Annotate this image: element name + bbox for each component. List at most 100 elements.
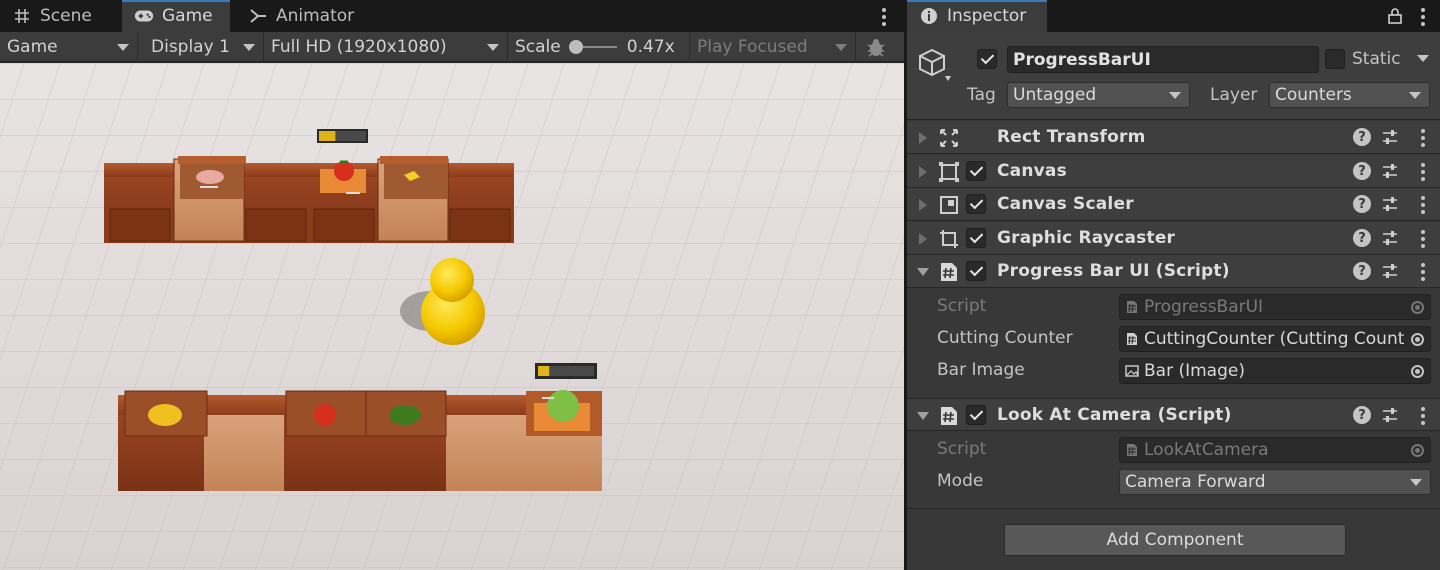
component-menu-icon[interactable] [1420, 196, 1426, 214]
component-menu-icon[interactable] [1420, 407, 1426, 425]
object-picker-icon[interactable] [1404, 359, 1430, 383]
tab-inspector[interactable]: Inspector [907, 0, 1047, 32]
script-field-value: ProgressBarUI [1144, 297, 1264, 317]
mode-value: Camera Forward [1125, 472, 1266, 492]
presets-icon[interactable] [1381, 195, 1399, 218]
component-title: Canvas Scaler [997, 194, 1134, 214]
component-enabled-checkbox[interactable] [966, 261, 986, 281]
component-menu-icon[interactable] [1420, 230, 1426, 248]
rect-transform-icon [938, 127, 960, 149]
bottom-counter-row [118, 390, 602, 491]
component-progress-bar-ui[interactable]: Progress Bar UI (Script) ? [907, 255, 1440, 288]
presets-icon[interactable] [1381, 229, 1399, 252]
component-look-at-camera[interactable]: Look At Camera (Script) ? [907, 398, 1440, 431]
scale-label: Scale [515, 37, 561, 57]
presets-icon[interactable] [1381, 262, 1399, 285]
game-panel-menu-icon[interactable] [881, 8, 887, 26]
foldout-arrow-icon[interactable] [919, 233, 927, 245]
view-mode-value: Game [7, 37, 58, 57]
presets-icon[interactable] [1381, 128, 1399, 151]
bug-icon[interactable] [858, 32, 894, 62]
gameobject-cube-icon[interactable] [917, 46, 951, 91]
component-menu-icon[interactable] [1420, 129, 1426, 147]
play-mode-value: Play Focused [697, 37, 808, 57]
script-icon [1125, 331, 1139, 347]
resolution-value: Full HD (1920x1080) [271, 37, 447, 57]
add-component-label: Add Component [1106, 530, 1244, 550]
chevron-down-icon [243, 44, 255, 51]
component-title: Progress Bar UI (Script) [997, 261, 1230, 281]
object-picker-icon[interactable] [1404, 327, 1430, 351]
game-view-panel: Scene Game Animator Game Display 1 Full … [0, 0, 904, 570]
tag-value: Untagged [1013, 85, 1097, 105]
divider [907, 508, 1440, 509]
tab-inspector-label: Inspector [947, 6, 1027, 26]
tab-game-label: Game [162, 6, 213, 26]
foldout-arrow-icon[interactable] [917, 268, 929, 276]
static-dropdown-chevron-icon[interactable] [1417, 55, 1429, 62]
gamepad-icon [134, 6, 154, 26]
component-canvas-scaler[interactable]: Canvas Scaler ? [907, 188, 1440, 221]
foldout-arrow-icon[interactable] [919, 166, 927, 178]
tab-animator-label: Animator [276, 6, 355, 26]
chevron-down-icon [487, 44, 499, 51]
cutting-counter-field[interactable]: CuttingCounter (Cutting Counter) [1119, 326, 1431, 352]
scale-slider-thumb[interactable] [568, 40, 583, 54]
mode-dropdown[interactable]: Camera Forward [1119, 469, 1431, 495]
component-graphic-raycaster[interactable]: Graphic Raycaster ? [907, 222, 1440, 255]
gameobject-name-field[interactable]: ProgressBarUI [1007, 46, 1319, 73]
help-icon[interactable]: ? [1353, 195, 1371, 213]
add-component-button[interactable]: Add Component [1004, 524, 1346, 556]
tab-scene[interactable]: Scene [0, 0, 120, 32]
info-icon [919, 6, 939, 26]
resolution-dropdown[interactable]: Full HD (1920x1080) [264, 32, 508, 62]
tab-animator[interactable]: Animator [236, 0, 366, 32]
component-title: Graphic Raycaster [997, 228, 1176, 248]
help-icon[interactable]: ? [1353, 229, 1371, 247]
foldout-arrow-icon[interactable] [919, 199, 927, 211]
foldout-arrow-icon[interactable] [917, 412, 929, 420]
help-icon[interactable]: ? [1353, 128, 1371, 146]
property-label-bar-image: Bar Image [937, 360, 1025, 380]
cutting-counter-value: CuttingCounter (Cutting Counter) [1144, 329, 1412, 349]
bar-image-field[interactable]: Bar (Image) [1119, 358, 1431, 384]
help-icon[interactable]: ? [1353, 406, 1371, 424]
inspector-menu-icon[interactable] [1420, 8, 1426, 26]
layer-dropdown[interactable]: Counters [1269, 82, 1430, 108]
tab-game[interactable]: Game [122, 0, 230, 32]
scale-value: 0.47x [626, 37, 675, 57]
canvas-scaler-icon [938, 194, 960, 216]
component-rect-transform[interactable]: Rect Transform ? [907, 121, 1440, 154]
layer-value: Counters [1275, 85, 1352, 105]
game-viewport[interactable] [0, 63, 904, 570]
object-picker-icon [1404, 295, 1430, 319]
help-icon[interactable]: ? [1353, 262, 1371, 280]
component-enabled-checkbox[interactable] [966, 161, 986, 181]
component-canvas[interactable]: Canvas ? [907, 155, 1440, 188]
component-title: Look At Camera (Script) [997, 405, 1232, 425]
view-mode-dropdown[interactable]: Game [0, 32, 138, 62]
presets-icon[interactable] [1381, 406, 1399, 429]
tab-scene-label: Scene [40, 6, 92, 26]
bottom-counter-progress-bar [535, 363, 597, 379]
component-enabled-checkbox[interactable] [966, 194, 986, 214]
top-counter-row [104, 156, 514, 243]
play-mode-dropdown[interactable]: Play Focused [690, 32, 856, 62]
component-enabled-checkbox[interactable] [966, 228, 986, 248]
component-enabled-checkbox[interactable] [966, 405, 986, 425]
foldout-arrow-icon[interactable] [919, 132, 927, 144]
tag-dropdown[interactable]: Untagged [1007, 82, 1190, 108]
property-label-cutting-counter: Cutting Counter [937, 328, 1073, 348]
help-icon[interactable]: ? [1353, 162, 1371, 180]
presets-icon[interactable] [1381, 162, 1399, 185]
lock-icon[interactable] [1388, 8, 1402, 29]
component-menu-icon[interactable] [1420, 263, 1426, 281]
game-tabbar: Scene Game Animator [0, 0, 904, 32]
display-dropdown[interactable]: Display 1 [144, 32, 264, 62]
game-scene-render [0, 63, 904, 570]
component-menu-icon[interactable] [1420, 163, 1426, 181]
scale-slider[interactable] [568, 40, 619, 54]
static-checkbox[interactable] [1325, 49, 1345, 69]
gameobject-header: ProgressBarUI Static Tag Untagged Layer … [907, 32, 1440, 120]
gameobject-active-checkbox[interactable] [977, 49, 997, 69]
